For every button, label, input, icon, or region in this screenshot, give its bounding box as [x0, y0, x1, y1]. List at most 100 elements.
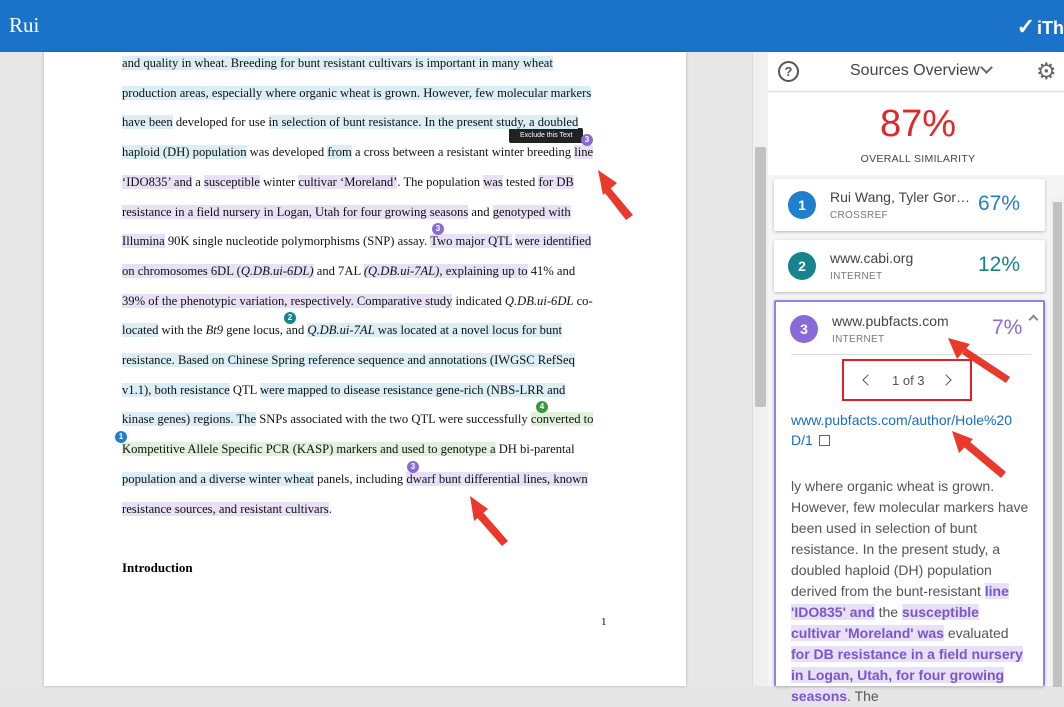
document-page: Exclude this Text Introduction 1 and qua…	[44, 52, 686, 686]
source-card-2[interactable]: 2 www.cabi.org INTERNET 12%	[774, 240, 1045, 292]
chevron-up-icon[interactable]	[1028, 314, 1039, 325]
source-marker[interactable]: 3	[581, 134, 593, 147]
chevron-right-icon[interactable]	[940, 374, 952, 386]
source-excerpt: ly where organic wheat is grown. However…	[791, 476, 1031, 707]
sources-panel: ? Sources Overview ⚙ 87% OVERALL SIMILAR…	[768, 52, 1064, 704]
matched-text[interactable]: ‘IDO835’ and	[122, 174, 193, 189]
excerpt-text: evaluated	[943, 625, 1009, 641]
source-type: CROSSREF	[830, 210, 888, 221]
brand-logo: ✓ iTh	[1017, 14, 1064, 40]
source-card-1[interactable]: 1 Rui Wang, Tyler Gor… CROSSREF 67%	[774, 179, 1045, 231]
chevron-down-icon[interactable]	[980, 61, 993, 74]
matched-text[interactable]: on chromosomes 6DL (	[122, 263, 241, 278]
matched-text[interactable]: population and a diverse winter wheat	[122, 471, 314, 486]
external-link-icon[interactable]	[818, 435, 830, 446]
matched-text[interactable]: and quality in wheat. Breeding for bunt …	[122, 56, 553, 70]
source-type: INTERNET	[830, 271, 883, 282]
text-segment: indicated	[452, 293, 505, 308]
matched-text[interactable]: line	[574, 145, 594, 160]
text-segment: and	[468, 204, 493, 219]
matched-text[interactable]: Illumina	[122, 234, 165, 249]
matched-text[interactable]: Two major QTL	[430, 234, 513, 249]
document-line: population and a diverse winter wheat pa…	[122, 471, 588, 487]
matched-text[interactable]: cultivar ‘Moreland’	[298, 174, 398, 189]
gear-icon[interactable]: ⚙	[1036, 59, 1057, 83]
source-marker[interactable]: 1	[115, 431, 127, 444]
text-segment: winter	[259, 174, 299, 189]
matched-text[interactable]: were mapped to disease resistance gene-r…	[260, 382, 566, 397]
matched-text[interactable]: v1.1), both resistance	[122, 382, 230, 397]
matched-text[interactable]: Q.DB.ui-6DL)	[240, 263, 314, 278]
user-name[interactable]: Rui	[9, 13, 39, 38]
matched-text[interactable]: 39% of the phenotypic variation, respect…	[122, 293, 453, 308]
similarity-label: OVERALL SIMILARITY	[860, 153, 976, 165]
matched-text[interactable]: production areas, especially where organ…	[122, 85, 592, 100]
excerpt-text: the	[874, 604, 902, 620]
text-segment: Bt9	[205, 323, 224, 338]
matched-text[interactable]: for DB	[538, 174, 574, 189]
top-bar: Rui ✓ iTh	[0, 0, 1064, 52]
source-name: Rui Wang, Tyler Gor…	[830, 189, 971, 205]
source-percent: 67%	[978, 192, 1021, 215]
brand-name: iTh	[1037, 18, 1064, 38]
document-line: located with the Bt9 gene locus, and Q.D…	[122, 322, 563, 338]
matched-text[interactable]: haploid (DH) population	[122, 145, 247, 160]
matched-text[interactable]: was	[483, 174, 503, 189]
matched-text[interactable]: have been	[122, 115, 173, 130]
document-line: and quality in wheat. Breeding for bunt …	[122, 55, 553, 71]
matched-text[interactable]: resistance sources, and resistant cultiv…	[122, 501, 329, 516]
panel-title[interactable]: Sources Overview	[850, 62, 980, 80]
text-segment: a cross between a resistant winter breed…	[351, 145, 575, 160]
help-icon[interactable]: ?	[778, 61, 799, 82]
source-percent: 12%	[978, 253, 1021, 276]
document-line: ‘IDO835’ and a susceptible winter cultiv…	[122, 174, 574, 190]
document-scrollbar[interactable]	[752, 52, 768, 686]
matched-text[interactable]: were identified	[515, 234, 592, 249]
matched-text[interactable]: kinase genes) regions. The	[122, 412, 257, 427]
source-url-part1[interactable]: www.pubfacts.com/author/Hole%20	[791, 412, 1012, 428]
excerpt-text: . The	[847, 688, 879, 704]
matched-text[interactable]: susceptible	[203, 174, 260, 189]
chevron-left-icon[interactable]	[862, 374, 874, 386]
matched-text[interactable]: located	[122, 323, 159, 338]
document-line: production areas, especially where organ…	[122, 85, 592, 101]
excerpt-match: for DB resistance in a field nursery in …	[791, 646, 1023, 704]
text-segment: a	[192, 174, 204, 189]
matched-text[interactable]: Q.DB.ui-7AL	[307, 323, 375, 338]
matched-text[interactable]: resistance in a field nursery in Logan, …	[122, 204, 469, 219]
matched-text[interactable]: from	[327, 145, 352, 160]
source-card-3[interactable]: 3 www.pubfacts.com INTERNET 7% 1 of 3 ww…	[774, 300, 1045, 704]
matched-text[interactable]: in selection of bunt resistance. In the …	[268, 115, 579, 130]
source-badge: 2	[788, 252, 816, 280]
matched-text[interactable]: (Q.DB.ui-7AL)	[363, 263, 440, 278]
panel-header: ? Sources Overview ⚙	[768, 52, 1064, 92]
divider	[791, 354, 1031, 355]
source-marker[interactable]: 3	[407, 460, 419, 473]
panel-scrollbar-thumb[interactable]	[1053, 202, 1062, 687]
text-segment: Q.DB.ui-6DL	[504, 293, 574, 308]
excerpt-text: ly where organic wheat is grown. However…	[791, 478, 1029, 599]
source-url-part2[interactable]: D/1	[791, 432, 813, 448]
matched-text[interactable]: dwarf bunt differential lines, known	[406, 471, 588, 486]
text-segment: 41% and	[527, 263, 576, 278]
source-badge: 1	[788, 191, 816, 219]
document-line: resistance in a field nursery in Logan, …	[122, 204, 571, 220]
text-segment: developed for use	[172, 115, 269, 130]
matched-text[interactable]: was located at a novel locus for bunt	[374, 323, 563, 338]
document-line: Illumina 90K single nucleotide polymorph…	[122, 233, 592, 249]
matched-text[interactable]: converted to	[530, 412, 594, 427]
document-line: Kompetitive Allele Specific PCR (KASP) m…	[122, 441, 575, 457]
match-pager: 1 of 3	[842, 359, 972, 401]
text-segment: 90K single nucleotide polymorphisms (SNP…	[164, 234, 431, 249]
document-line: v1.1), both resistance QTL were mapped t…	[122, 382, 566, 398]
source-url-link[interactable]: www.pubfacts.com/author/Hole%20 D/1	[791, 410, 1031, 450]
text-segment: with the	[158, 323, 206, 338]
matched-text[interactable]: resistance. Based on Chinese Spring refe…	[122, 353, 575, 367]
panel-scrollbar[interactable]	[1050, 197, 1064, 687]
document-line: on chromosomes 6DL (Q.DB.ui-6DL) and 7AL…	[122, 263, 575, 279]
introduction-heading: Introduction	[122, 560, 193, 575]
matched-text[interactable]: Kompetitive Allele Specific PCR (KASP) m…	[122, 442, 496, 457]
matched-text[interactable]: genotyped with	[492, 204, 571, 219]
matched-text[interactable]: , explaining up to	[439, 263, 528, 278]
document-scrollbar-thumb[interactable]	[755, 147, 766, 407]
